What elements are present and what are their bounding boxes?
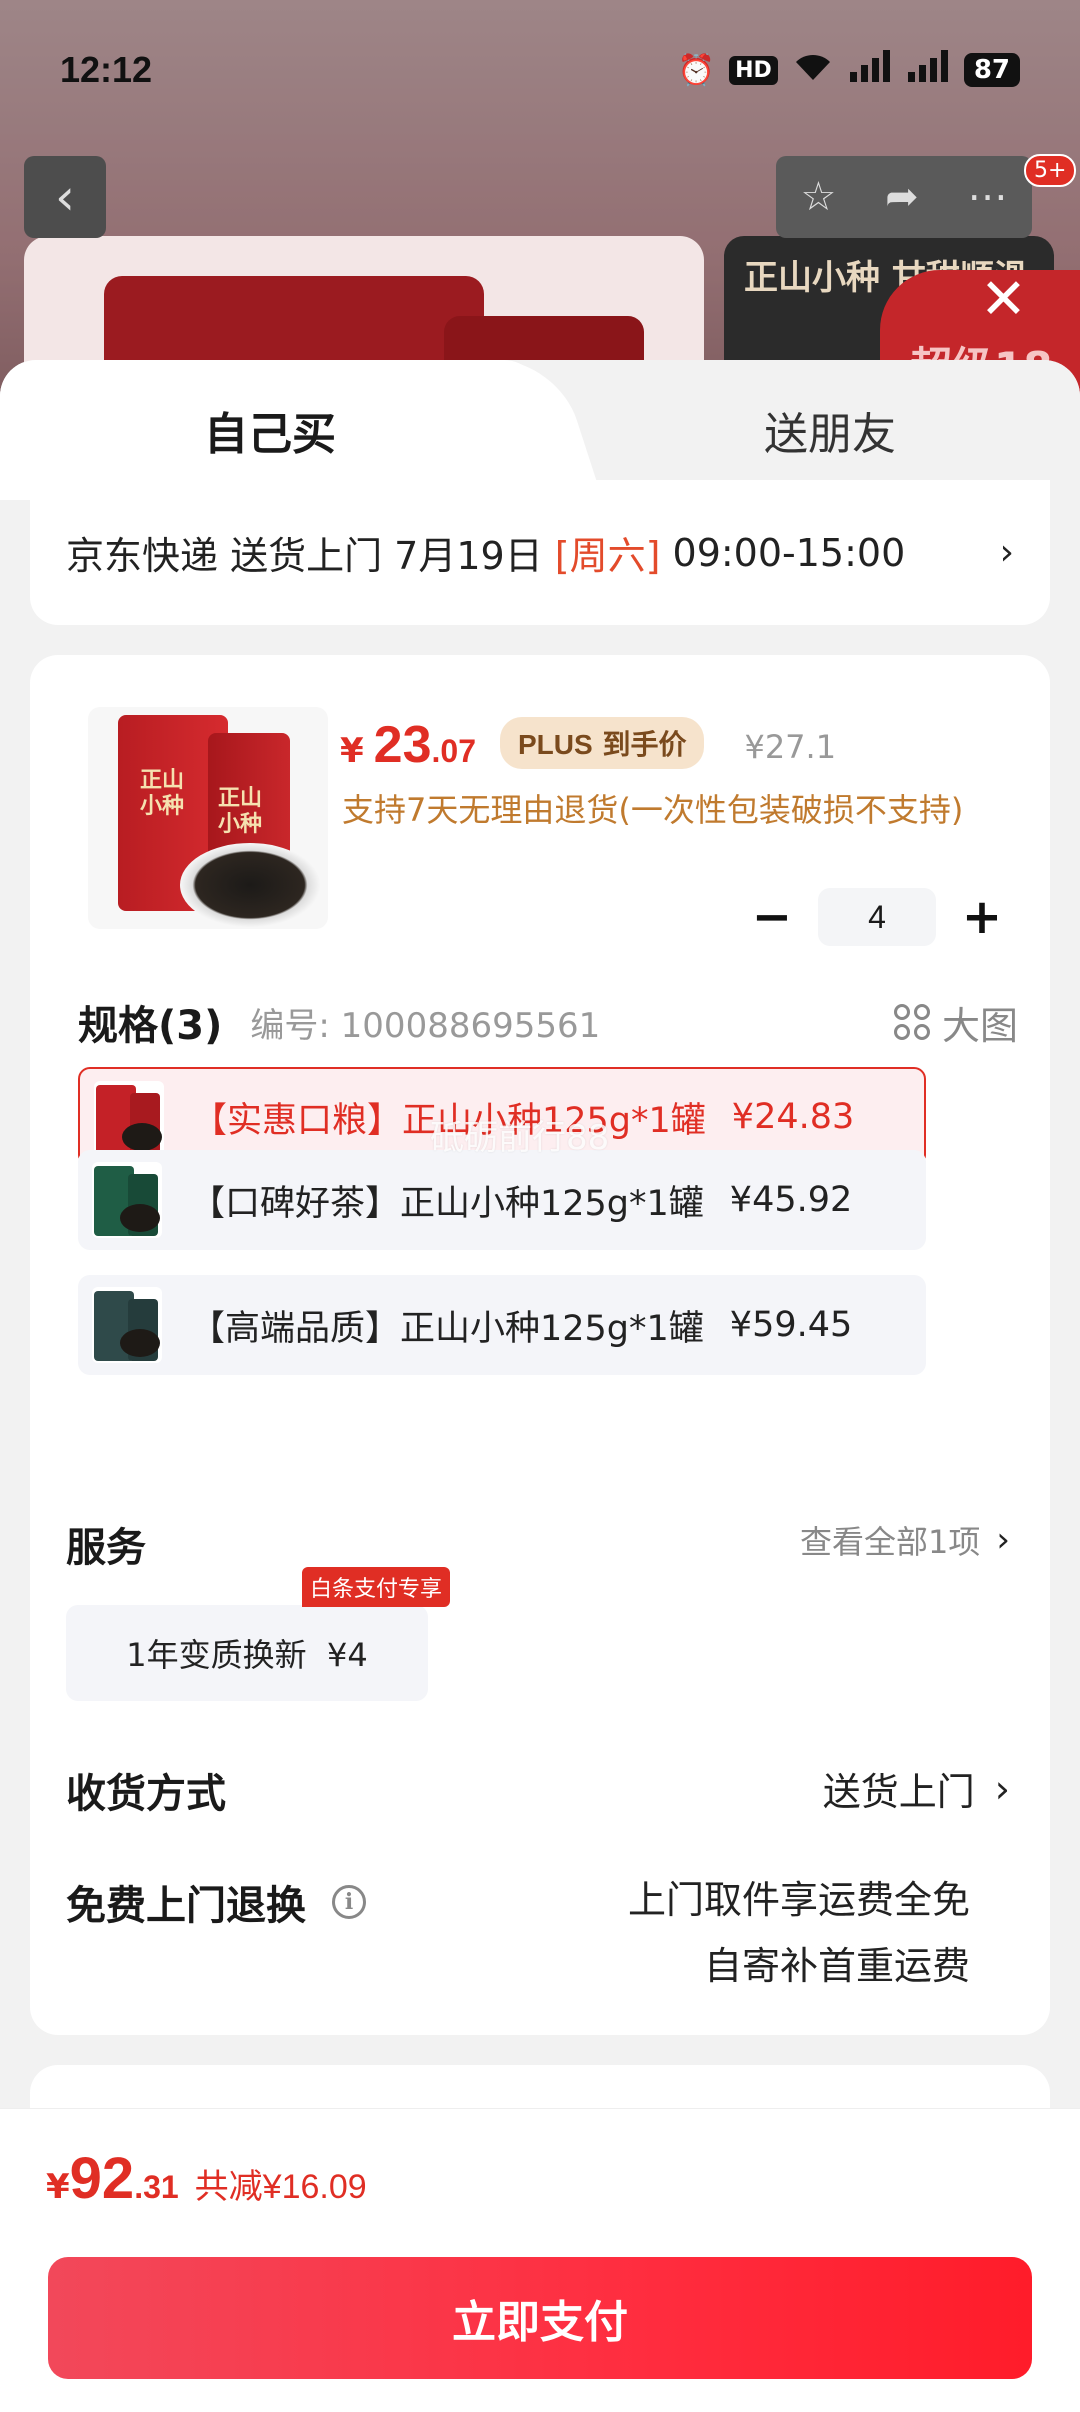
status-icons: ⏰ HD 87 — [678, 50, 1020, 90]
header-actions: ☆ ➦ ⋯ — [776, 156, 1032, 238]
quantity-value[interactable]: 4 — [818, 888, 936, 946]
delivery-prefix: 京东快递 送货上门 7月19日 — [66, 534, 555, 578]
saved-label: 共减 — [194, 2167, 263, 2207]
spec-option-price: ¥24.83 — [731, 1097, 855, 1137]
price-integer: 23 — [373, 716, 432, 774]
spec-option-name: 【口碑好茶】正山小种125g*1罐 — [190, 1183, 704, 1224]
free-return-line-1: 上门取件享运费全免 — [627, 1878, 970, 1922]
spec-title: 规格(3) — [78, 1003, 223, 1049]
more-icon[interactable]: ⋯ — [968, 174, 1008, 220]
delivery-weekday: [周六] — [554, 534, 661, 578]
signal-icon — [848, 50, 892, 90]
star-icon[interactable]: ☆ — [800, 174, 836, 220]
tab-buy-self[interactable]: 自己买 — [0, 360, 540, 500]
spec-option-3[interactable]: 【高端品质】正山小种125g*1罐 ¥59.45 — [78, 1275, 926, 1375]
spec-option-2[interactable]: 【口碑好茶】正山小种125g*1罐 ¥45.92 — [78, 1150, 926, 1250]
share-icon[interactable]: ➦ — [885, 174, 919, 220]
total-price-row: ¥ 92 .31 共减 ¥16.09 — [46, 2145, 367, 2212]
spec-option-price: ¥59.45 — [729, 1305, 853, 1345]
chevron-right-icon: › — [999, 532, 1014, 573]
back-button[interactable]: ‹ — [24, 156, 106, 238]
price-decimal: .07 — [431, 733, 476, 769]
can-label-2: 正山小种 — [218, 785, 263, 837]
plus-tail: 到手价 — [602, 728, 687, 761]
decrease-button[interactable]: − — [740, 885, 804, 949]
price-row: ¥ 23 .07 PLUS 到手价 ¥27.1 — [340, 715, 836, 777]
product-card: 正山小种 正山小种 ¥ 23 .07 PLUS 到手价 ¥27.1 支持7天无理… — [30, 655, 1050, 2035]
spec-option-thumbnail — [92, 1162, 162, 1238]
alarm-icon: ⏰ — [677, 52, 716, 88]
total-decimal: .31 — [134, 2169, 179, 2205]
shipping-value: 送货上门 — [822, 1770, 975, 1814]
free-return-title-row: 免费上门退换 i — [66, 1873, 366, 1931]
shipping-title: 收货方式 — [66, 1771, 226, 1817]
service-tag-badge: 白条支付专享 — [302, 1567, 451, 1607]
service-title: 服务 — [66, 1525, 146, 1571]
status-time: 12:12 — [60, 49, 153, 90]
free-return-details: 上门取件享运费全免 自寄补首重运费 — [628, 1867, 970, 1999]
tea-leaves-image — [180, 843, 320, 927]
tab-buy-self-label: 自己买 — [204, 409, 336, 460]
delivery-window: 09:00-15:00 — [660, 530, 906, 575]
purchase-sheet: 送朋友 自己买 京东快递 送货上门 7月19日 [周六] 09:00-15:00… — [0, 360, 1080, 2412]
product-code: 编号: 100088695561 — [250, 1005, 601, 1046]
shipping-selector[interactable]: 送货上门 › — [823, 1761, 1010, 1816]
tab-gift[interactable]: 送朋友 — [580, 360, 1080, 500]
plus-price-tag: PLUS 到手价 — [500, 717, 705, 769]
can-label-1: 正山小种 — [140, 767, 185, 819]
spec-option-name: 【实惠口粮】正山小种125g*1罐 — [192, 1100, 706, 1141]
chevron-left-icon: ‹ — [55, 168, 75, 226]
spec-option-thumbnail — [92, 1287, 162, 1363]
price-currency: ¥ — [340, 731, 364, 771]
saved-amount: ¥16.09 — [262, 2168, 367, 2206]
service-option[interactable]: 1年变质换新 ¥4 — [66, 1605, 428, 1701]
status-bar: 12:12 ⏰ HD 87 — [0, 0, 1080, 140]
spec-option-thumbnail — [94, 1081, 164, 1157]
free-return-line-2: 自寄补首重运费 — [703, 1944, 970, 1988]
chevron-right-icon: › — [996, 1520, 1010, 1560]
info-icon[interactable]: i — [332, 1885, 366, 1919]
service-view-all[interactable]: 查看全部1项 › — [800, 1517, 1010, 1563]
grid-icon — [893, 1004, 930, 1040]
quantity-stepper: − 4 + — [740, 885, 1014, 949]
battery-icon: 87 — [963, 53, 1020, 87]
wifi-icon — [792, 50, 834, 90]
delivery-row[interactable]: 京东快递 送货上门 7月19日 [周六] 09:00-15:00 › — [30, 480, 1050, 625]
spec-option-name: 【高端品质】正山小种125g*1罐 — [190, 1308, 704, 1349]
spec-header: 规格(3) 编号: 100088695561 大图 — [78, 993, 1018, 1051]
increase-button[interactable]: + — [950, 885, 1014, 949]
signal-icon-2 — [906, 50, 950, 90]
big-image-label: 大图 — [941, 1003, 1018, 1048]
big-image-toggle[interactable]: 大图 — [893, 995, 1018, 1050]
checkout-bar: ¥ 92 .31 共减 ¥16.09 立即支付 — [0, 2108, 1080, 2412]
service-view-all-label: 查看全部1项 — [800, 1523, 981, 1561]
free-return-title: 免费上门退换 — [66, 1883, 306, 1929]
pay-now-button[interactable]: 立即支付 — [48, 2257, 1032, 2379]
return-policy-note: 支持7天无理由退货(一次性包装破损不支持) — [342, 791, 964, 829]
message-badge: 5+ — [1024, 154, 1077, 187]
close-ad-icon[interactable]: ✕ — [980, 268, 1027, 332]
tab-bar: 送朋友 自己买 — [0, 360, 1080, 500]
spec-option-price: ¥45.92 — [729, 1180, 853, 1220]
original-price: ¥27.1 — [744, 728, 837, 766]
total-integer: 92 — [69, 2146, 135, 2211]
product-thumbnail[interactable]: 正山小种 正山小种 — [88, 707, 328, 929]
plus-word: PLUS — [518, 729, 593, 760]
chevron-right-icon: › — [994, 1766, 1010, 1811]
total-currency: ¥ — [46, 2167, 70, 2207]
hd-icon: HD — [729, 55, 778, 85]
